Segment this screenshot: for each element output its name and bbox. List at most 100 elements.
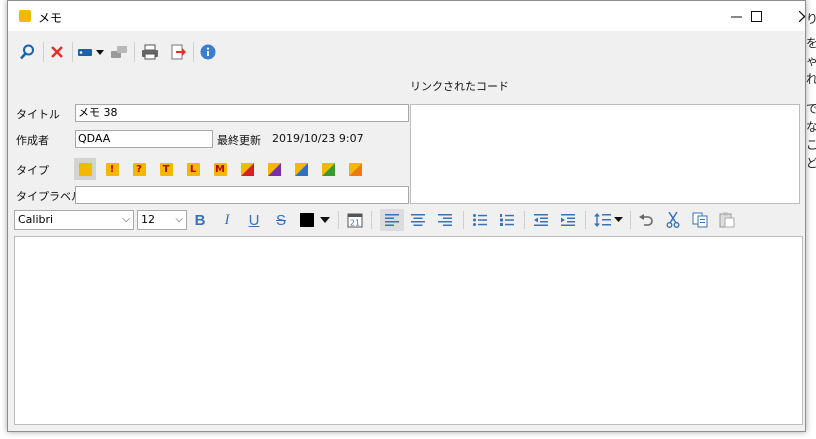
numbered-list-button[interactable] [496, 209, 518, 231]
updated-label: 最終更新 [217, 134, 261, 147]
close-button[interactable] [759, 1, 805, 31]
note-plain-icon [78, 162, 92, 176]
chevron-down-icon: ⌵ [122, 214, 130, 225]
type-t-button[interactable]: T [155, 158, 177, 180]
toolbar-separator [43, 42, 44, 62]
font-size-value: 12 [141, 213, 155, 226]
print-button[interactable] [139, 41, 161, 63]
scissors-icon [666, 212, 680, 228]
link-disabled-icon [111, 46, 127, 58]
memo-window: メモ リンクされたコード タイトル メモ 38 作成者 QDAA 最終更新 20… [7, 0, 806, 432]
background-text: でそ [806, 102, 816, 116]
updated-value: 2019/10/23 9:07 [272, 132, 364, 145]
align-center-button[interactable] [407, 209, 429, 231]
background-text: ど [806, 156, 816, 170]
font-size-select[interactable]: 12 ⌵ [137, 210, 187, 230]
author-input[interactable]: QDAA [75, 130, 213, 148]
paste-icon [719, 212, 735, 228]
window-title: メモ [38, 11, 63, 25]
indent-icon [561, 214, 575, 226]
outdent-icon [534, 214, 548, 226]
info-button[interactable] [197, 41, 219, 63]
copy-button[interactable] [689, 209, 711, 231]
bullet-list-icon [473, 214, 487, 226]
line-spacing-button[interactable] [591, 209, 627, 231]
note-t-icon: T [159, 162, 173, 176]
align-left-icon [385, 214, 399, 226]
export-button[interactable] [167, 41, 189, 63]
toolbar-separator [134, 42, 135, 62]
note-purple-icon [267, 162, 281, 176]
tag-dropdown-button[interactable] [76, 41, 106, 63]
title-label: タイトル [16, 108, 60, 121]
note-blue-icon [294, 162, 308, 176]
font-family-value: Calibri [18, 213, 54, 226]
type-exclamation-button[interactable]: ! [101, 158, 123, 180]
link-button[interactable] [108, 41, 130, 63]
toolbar-separator [371, 211, 372, 229]
memo-editor[interactable] [14, 236, 803, 425]
type-l-button[interactable]: L [182, 158, 204, 180]
background-text: り、 [806, 12, 816, 26]
background-text: を [806, 36, 816, 50]
font-family-select[interactable]: Calibri ⌵ [14, 210, 134, 230]
text-color-button[interactable] [297, 209, 333, 231]
paste-button[interactable] [716, 209, 738, 231]
type-purple-button[interactable] [263, 158, 285, 180]
type-label-input[interactable] [75, 186, 409, 204]
toolbar-separator [630, 211, 631, 229]
note-question-icon: ? [132, 162, 146, 176]
background-text: な [806, 120, 816, 134]
toolbar-separator [524, 211, 525, 229]
chevron-down-icon: ⌵ [175, 214, 183, 225]
align-left-button[interactable] [380, 209, 404, 231]
italic-button[interactable]: I [216, 209, 238, 231]
toolbar-separator [585, 211, 586, 229]
type-plain-button[interactable] [74, 158, 96, 180]
delete-button[interactable] [46, 41, 68, 63]
minimize-icon [730, 16, 742, 17]
insert-date-button[interactable]: 21 [344, 209, 366, 231]
background-text: こ [806, 138, 816, 152]
type-m-button[interactable]: M [209, 158, 231, 180]
increase-indent-button[interactable] [557, 209, 579, 231]
align-right-button[interactable] [434, 209, 456, 231]
linked-code-list[interactable] [410, 104, 800, 204]
tag-dropdown-icon [78, 49, 104, 56]
svg-text:21: 21 [350, 219, 360, 228]
export-icon [171, 44, 186, 60]
search-button[interactable] [16, 41, 38, 63]
background-app-left [0, 0, 6, 439]
numbered-list-icon [500, 214, 514, 226]
decrease-indent-button[interactable] [530, 209, 552, 231]
note-exclamation-icon: ! [105, 162, 119, 176]
type-orange-button[interactable] [344, 158, 366, 180]
bold-button[interactable]: B [189, 209, 211, 231]
linked-code-label: リンクされたコード [410, 80, 509, 93]
background-app-right: り、 を ゃぞ れ でそ な こ ど [806, 0, 816, 439]
close-icon [799, 10, 805, 22]
type-blue-button[interactable] [290, 158, 312, 180]
title-input[interactable]: メモ 38 [75, 104, 409, 122]
type-green-button[interactable] [317, 158, 339, 180]
note-red-icon [240, 162, 254, 176]
toolbar-separator [72, 42, 73, 62]
calendar-icon: 21 [347, 213, 363, 228]
delete-icon [51, 46, 63, 58]
background-text: れ [806, 72, 816, 86]
undo-icon [639, 214, 653, 226]
align-right-icon [438, 214, 452, 226]
cut-button[interactable] [662, 209, 684, 231]
print-icon [142, 44, 158, 60]
underline-button[interactable]: U [243, 209, 265, 231]
note-green-icon [321, 162, 335, 176]
toolbar-separator [193, 42, 194, 62]
undo-button[interactable] [635, 209, 657, 231]
strikethrough-button[interactable]: S [270, 209, 292, 231]
note-m-icon: M [213, 162, 227, 176]
bullet-list-button[interactable] [469, 209, 491, 231]
type-red-button[interactable] [236, 158, 258, 180]
type-question-button[interactable]: ? [128, 158, 150, 180]
align-center-icon [411, 214, 425, 226]
title-bar[interactable]: メモ [8, 1, 805, 31]
